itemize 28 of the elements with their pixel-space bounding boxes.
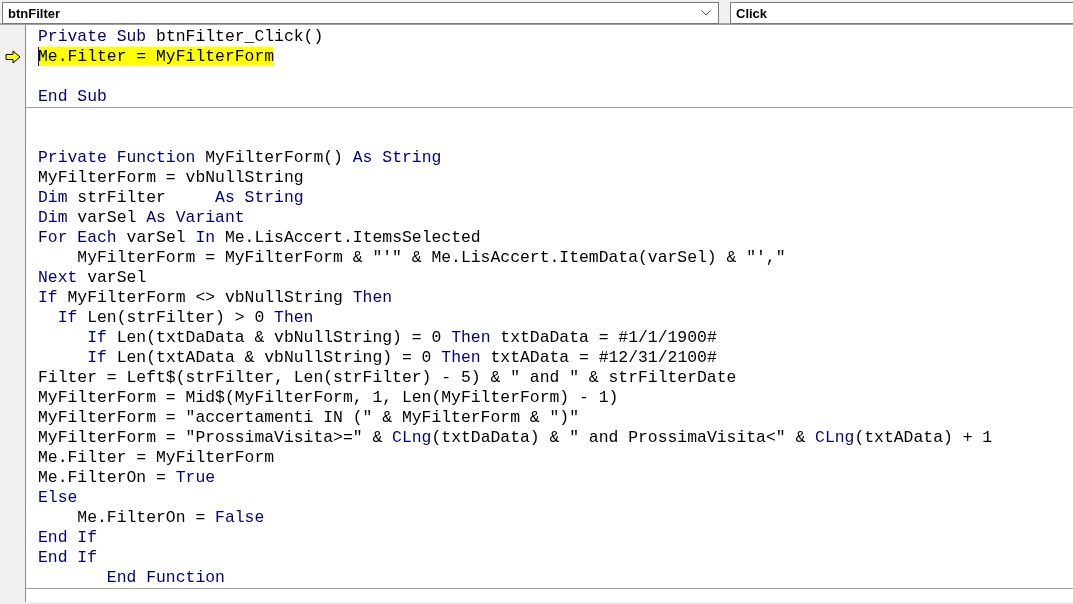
code-line: MyFilterForm = "ProssimaVisita>=" & CLng(txtDaData) & " and ProssimaVisita<" & CLng(txtAData) + 1	[38, 428, 993, 447]
code-line: End If	[38, 548, 98, 567]
code-line: Private Function MyFilterForm() As String	[38, 148, 442, 167]
code-line: Dim varSel As Variant	[38, 208, 245, 227]
code-line: MyFilterForm = MyFilterForm & "'" & Me.LisAccert.ItemData(varSel) & "',"	[76, 248, 786, 267]
code-line: Me.FilterOn = False	[76, 508, 265, 527]
chevron-down-icon[interactable]	[701, 10, 711, 16]
code-line: MyFilterForm = "accertamenti IN (" & MyFilterForm & ")"	[38, 408, 579, 427]
arrow-icon	[4, 50, 21, 64]
code-line: For Each varSel In Me.LisAccert.ItemsSelected	[38, 228, 481, 247]
code-line: End If	[38, 528, 98, 547]
procedure-dropdown[interactable]: Click	[730, 2, 1073, 24]
code-line: Me.Filter = MyFilterForm	[38, 448, 275, 467]
code-line: If Len(txtAData & vbNullString) = 0 Then txtAData = #12/31/2100#	[86, 348, 717, 367]
code-line: If Len(txtDaData & vbNullString) = 0 Then txtDaData = #1/1/1900#	[86, 328, 717, 347]
code-line: If MyFilterForm <> vbNullString Then	[38, 288, 393, 307]
code-line: MyFilterForm = vbNullString	[38, 168, 304, 187]
code-line: Filter = Left$(strFilter, Len(strFilter) - 5) & " and " & strFilterDate	[38, 368, 737, 387]
code-line: Dim strFilter As String	[38, 188, 304, 207]
code-line: MyFilterForm = Mid$(MyFilterForm, 1, Len(MyFilterForm) - 1)	[38, 388, 619, 407]
code-line: Private Sub btnFilter_Click()	[38, 27, 324, 46]
code-line: Else	[38, 488, 78, 507]
object-dropdown[interactable]: btnFilter	[2, 2, 719, 24]
code-line: Next varSel	[38, 268, 147, 287]
code-line: If Len(strFilter) > 0 Then	[56, 308, 314, 327]
code-line: Me.FilterOn = True	[38, 468, 216, 487]
code-line: End Function	[105, 568, 225, 587]
code-line: End Sub	[38, 87, 107, 106]
